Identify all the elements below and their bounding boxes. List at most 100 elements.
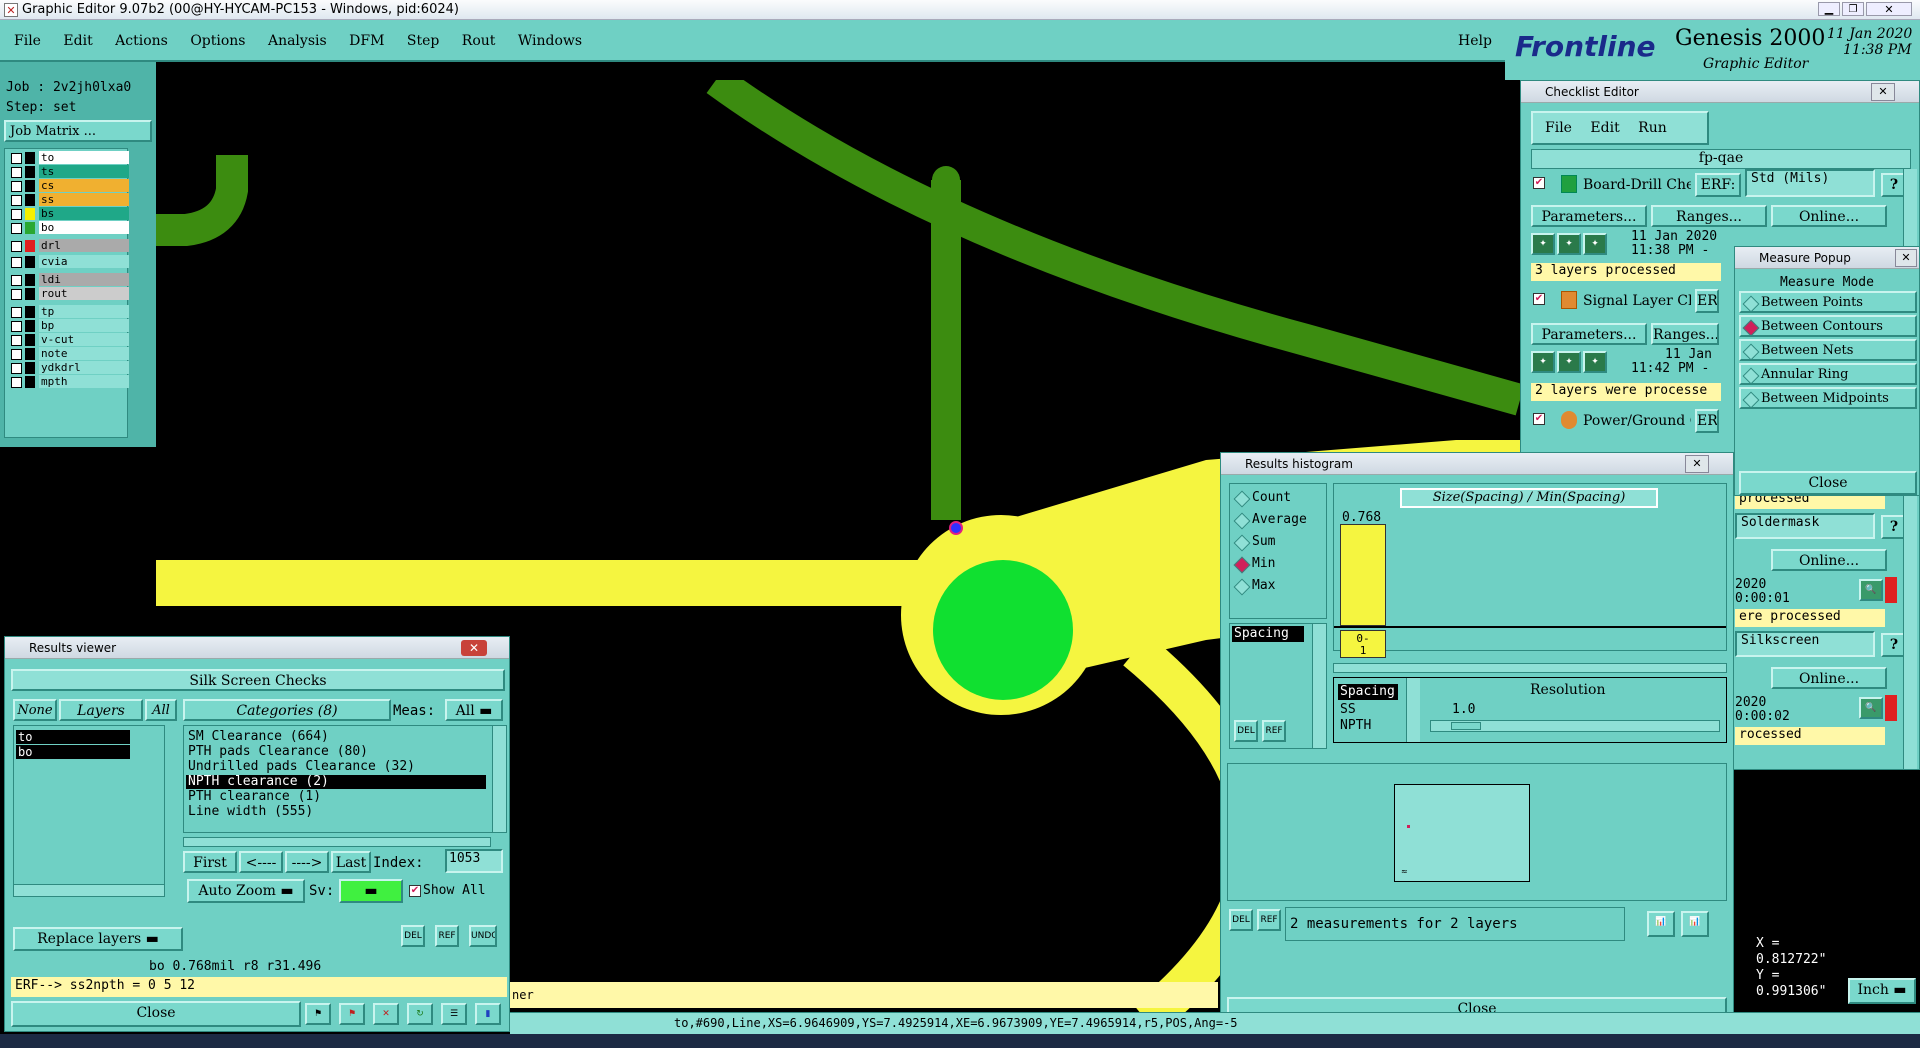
layer-name[interactable]: tp — [39, 305, 129, 318]
layer-row[interactable]: v-cut — [11, 333, 129, 347]
results-viewer-close-icon[interactable]: ✕ — [461, 640, 487, 656]
layer-row[interactable]: bs — [11, 207, 129, 221]
layer-name[interactable]: ydkdrl — [39, 361, 129, 374]
sv-select[interactable]: ▬ — [339, 879, 403, 903]
stat-option[interactable]: Sum — [1232, 532, 1324, 552]
layer-checkbox[interactable] — [11, 195, 22, 206]
layer-checkbox[interactable] — [11, 377, 22, 388]
layer-checkbox[interactable] — [11, 349, 22, 360]
show-all-checkbox[interactable]: ✔ — [409, 885, 421, 897]
layer-name[interactable]: to — [39, 151, 129, 164]
stat-list-item[interactable]: Spacing — [1232, 626, 1304, 642]
measure-close-button[interactable]: Close — [1739, 471, 1917, 495]
checklist-menu-file[interactable]: File — [1545, 120, 1572, 136]
layers-all-button[interactable]: All — [145, 699, 177, 721]
histogram-del-button[interactable]: DEL — [1229, 909, 1253, 931]
item2-erf-button[interactable]: ERF — [1695, 289, 1719, 313]
results-del-button[interactable]: DEL — [401, 925, 425, 947]
layer-row[interactable]: rout — [11, 287, 129, 301]
last-button[interactable]: Last — [331, 851, 371, 873]
item2-ranges-button[interactable]: Ranges... — [1651, 323, 1719, 345]
chart-hscroll[interactable] — [1333, 663, 1727, 673]
layer-result-hscroll[interactable] — [14, 884, 164, 896]
layer-row[interactable]: ldi — [11, 273, 129, 287]
menu-step[interactable]: Step — [407, 20, 439, 62]
results-icon-5[interactable]: ☰ — [441, 1003, 467, 1025]
layer-color-swatch[interactable] — [25, 376, 35, 388]
measure-mode-option[interactable]: Between Midpoints — [1739, 387, 1917, 409]
layer-row[interactable]: note — [11, 347, 129, 361]
layer-color-swatch[interactable] — [25, 180, 35, 192]
layer-row[interactable]: bp — [11, 319, 129, 333]
layer-name[interactable]: v-cut — [39, 333, 129, 346]
layer-color-swatch[interactable] — [25, 288, 35, 300]
item1-erf-value[interactable]: Std (Mils) — [1745, 169, 1875, 197]
layer-checkbox[interactable] — [11, 241, 22, 252]
resolution-slider-thumb[interactable] — [1451, 722, 1481, 730]
layer-color-swatch[interactable] — [25, 306, 35, 318]
layer-row[interactable]: tp — [11, 305, 129, 319]
measure-mode-option[interactable]: Between Contours — [1739, 315, 1917, 337]
histogram-close-icon[interactable]: ✕ — [1685, 455, 1709, 473]
stat-option[interactable]: Min — [1232, 554, 1324, 574]
item2-run-icon-3[interactable]: ✦ — [1583, 351, 1607, 373]
layer-name[interactable]: ts — [39, 165, 129, 178]
resolution-slider[interactable] — [1430, 720, 1720, 732]
results-icon-1[interactable]: ⚑ — [305, 1003, 331, 1025]
result-layer-item[interactable]: bo — [16, 745, 130, 759]
item1-check[interactable]: ✔ — [1533, 177, 1545, 189]
layer-name[interactable]: bs — [39, 207, 129, 220]
histogram-bar[interactable] — [1340, 524, 1386, 626]
units-select[interactable]: Inch ▬ — [1848, 978, 1916, 1004]
layer-color-swatch[interactable] — [25, 256, 35, 268]
layer-name[interactable]: drl — [39, 239, 129, 252]
silkscreen-online-button[interactable]: Online... — [1771, 667, 1887, 689]
results-ref-button[interactable]: REF — [435, 925, 459, 947]
item2-run-icon-2[interactable]: ✦ — [1557, 351, 1581, 373]
histogram-chart-icon-2[interactable]: 📊 — [1681, 911, 1709, 937]
results-undo-button[interactable]: UNDO — [469, 925, 497, 947]
layer-name[interactable]: bp — [39, 319, 129, 332]
layer-row[interactable]: bo — [11, 221, 129, 235]
menu-windows[interactable]: Windows — [518, 20, 582, 62]
item1-ranges-button[interactable]: Ranges... — [1651, 205, 1767, 227]
layer-checkbox[interactable] — [11, 223, 22, 234]
meas-select[interactable]: All ▬ — [445, 699, 503, 721]
menu-dfm[interactable]: DFM — [349, 20, 384, 62]
layer-color-swatch[interactable] — [25, 194, 35, 206]
item1-parameters-button[interactable]: Parameters... — [1531, 205, 1647, 227]
index-input[interactable]: 1053 — [445, 849, 503, 873]
next-button[interactable]: ----> — [285, 851, 329, 873]
job-matrix-button[interactable]: Job Matrix ... — [4, 120, 152, 142]
attr-ss[interactable]: SS — [1340, 702, 1356, 717]
results-icon-3[interactable]: ✕ — [373, 1003, 399, 1025]
category-hscroll[interactable] — [183, 837, 491, 847]
layer-name[interactable]: ss — [39, 193, 129, 206]
soldermask-online-button[interactable]: Online... — [1771, 549, 1887, 571]
histogram-ref-button[interactable]: REF — [1257, 909, 1281, 931]
layer-color-swatch[interactable] — [25, 240, 35, 252]
attr-npth[interactable]: NPTH — [1340, 718, 1371, 733]
layer-checkbox[interactable] — [11, 289, 22, 300]
category-item[interactable]: Undrilled pads Clearance (32) — [186, 760, 486, 774]
layer-row[interactable]: ydkdrl — [11, 361, 129, 375]
first-button[interactable]: First — [183, 851, 237, 873]
results-icon-4[interactable]: ↻ — [407, 1003, 433, 1025]
silkscreen-zoom-icon[interactable]: 🔍 — [1859, 697, 1883, 719]
layer-checkbox[interactable] — [11, 167, 22, 178]
stat-list-scrollbar[interactable] — [1312, 624, 1326, 748]
layer-checkbox[interactable] — [11, 363, 22, 374]
layer-color-swatch[interactable] — [25, 348, 35, 360]
measure-mode-option[interactable]: Between Nets — [1739, 339, 1917, 361]
soldermask-zoom-icon[interactable]: 🔍 — [1859, 579, 1883, 601]
layer-checkbox[interactable] — [11, 321, 22, 332]
layer-name[interactable]: note — [39, 347, 129, 360]
stat-ref-button[interactable]: REF — [1262, 720, 1286, 742]
measure-mode-option[interactable]: Annular Ring — [1739, 363, 1917, 385]
item1-run-icon-2[interactable]: ✦ — [1557, 233, 1581, 255]
auto-zoom-select[interactable]: Auto Zoom ▬ — [187, 879, 305, 903]
layer-row[interactable]: mpth — [11, 375, 129, 389]
item1-name[interactable]: Board-Drill Che — [1583, 177, 1691, 193]
checklist-menu-run[interactable]: Run — [1638, 120, 1667, 136]
layer-row[interactable]: to — [11, 151, 129, 165]
